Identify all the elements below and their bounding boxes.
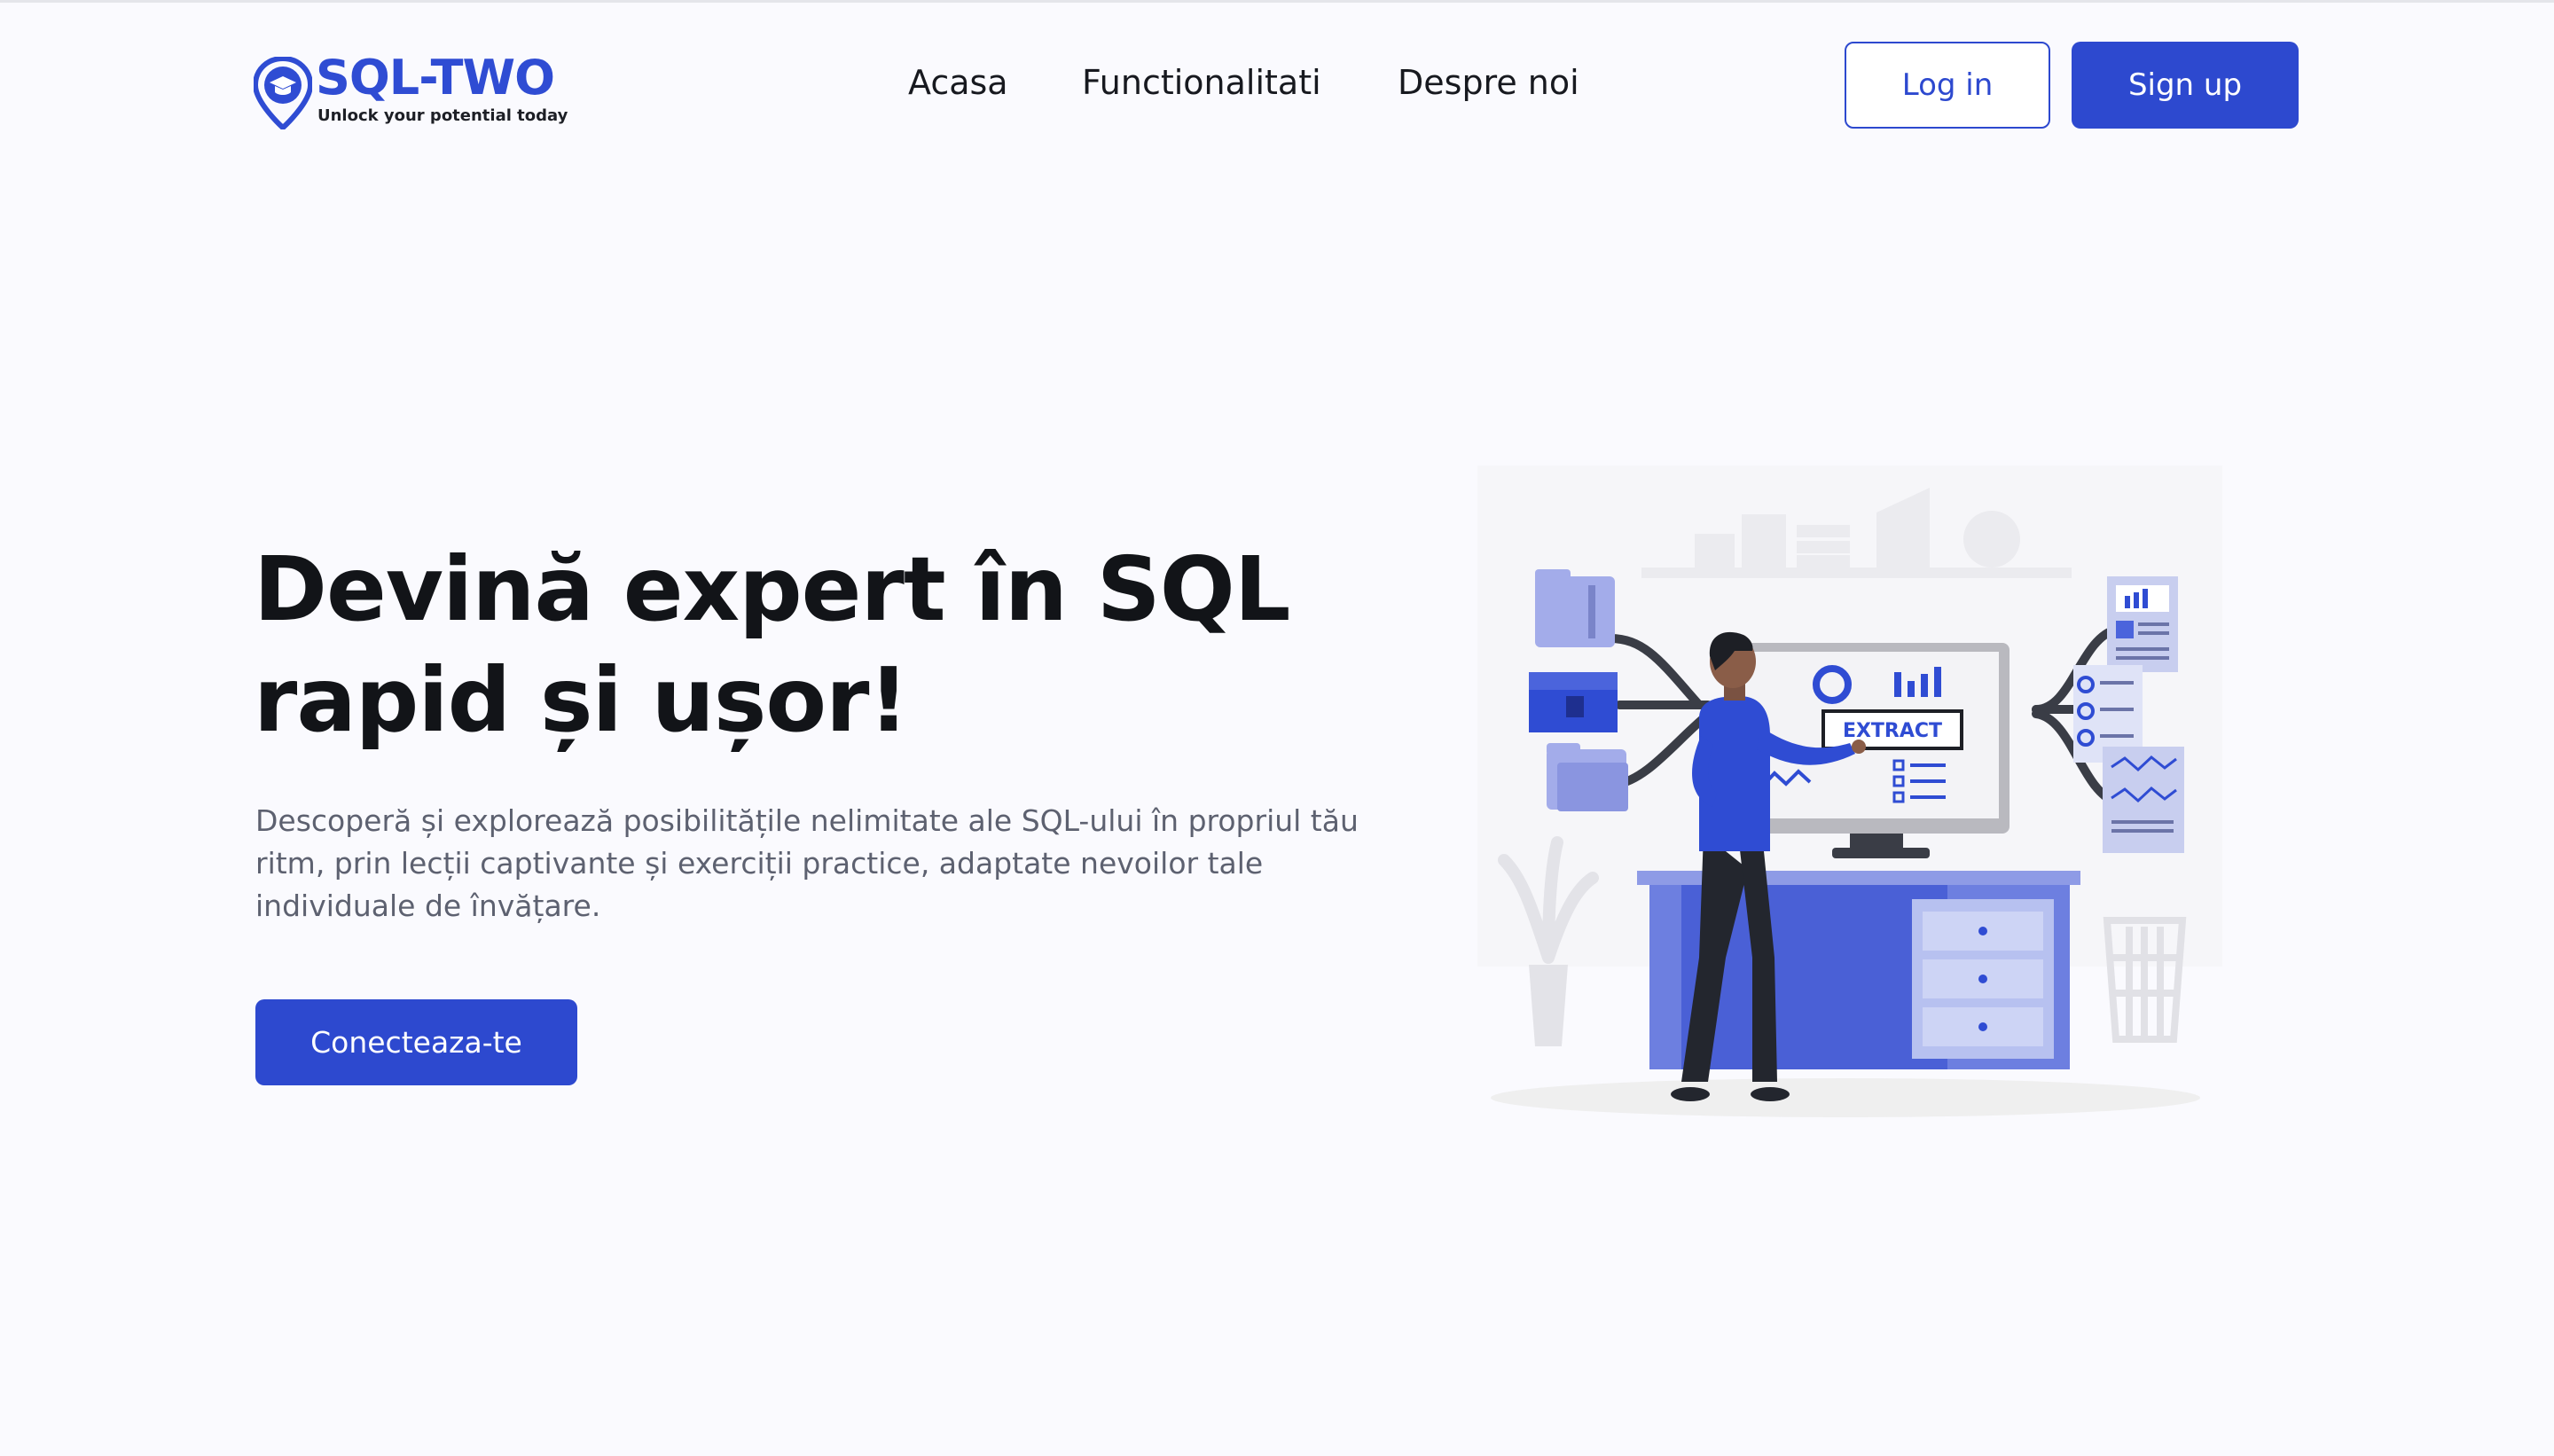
signup-button[interactable]: Sign up <box>2072 42 2299 129</box>
connect-button[interactable]: Conecteaza-te <box>255 999 577 1085</box>
brand-name: SQL-TWO <box>316 50 555 106</box>
graduation-pin-icon <box>254 57 312 129</box>
hero-title: Devină expert în SQL rapid și ușor! <box>254 534 1406 755</box>
package-icon <box>1529 672 1618 732</box>
data-extraction-illustration: EXTRACT <box>1477 466 2222 1117</box>
hero-title-line-1: Devină expert în SQL <box>254 537 1290 641</box>
hero-description: Descoperă și explorează posibilitățile n… <box>255 803 1359 923</box>
nav-link-despre-noi[interactable]: Despre noi <box>1398 62 1579 103</box>
report-document-icon <box>2107 576 2178 672</box>
chart-document-icon <box>2103 747 2184 853</box>
brand-tagline: Unlock your potential today <box>317 106 568 125</box>
hero-title-line-2: rapid și ușor! <box>254 648 909 752</box>
extract-screen-label: EXTRACT <box>1843 720 1942 742</box>
floor-shadow <box>1491 1078 2200 1117</box>
brand-logo[interactable]: SQL-TWO Unlock your potential today <box>254 51 591 131</box>
login-button[interactable]: Log in <box>1845 42 2050 129</box>
nav-link-acasa[interactable]: Acasa <box>908 62 1008 103</box>
folder-icon <box>1547 743 1628 811</box>
top-border <box>0 0 2554 3</box>
nav-link-functionalitati[interactable]: Functionalitati <box>1082 62 1321 103</box>
zip-folder-icon <box>1535 569 1615 647</box>
